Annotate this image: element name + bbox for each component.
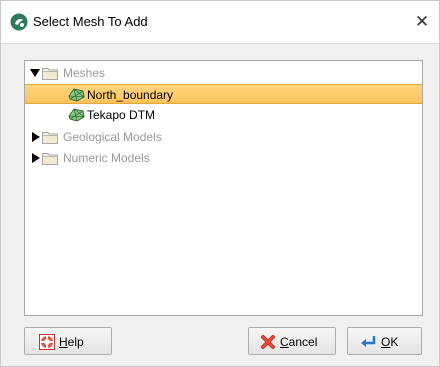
help-button[interactable]: Help bbox=[24, 327, 112, 355]
help-button-label: Help bbox=[59, 335, 84, 349]
tree-item-label: Numeric Models bbox=[63, 151, 150, 165]
tree-item-label: Meshes bbox=[63, 66, 106, 80]
tree-item-tekapo-dtm[interactable]: Tekapo DTM bbox=[25, 105, 422, 125]
cancel-button-label: Cancel bbox=[280, 335, 318, 349]
tree-item-meshes[interactable]: Meshes bbox=[25, 63, 422, 83]
mesh-tree: Meshes North_boundary Tekapo DTM Geologi… bbox=[24, 60, 423, 316]
folder-icon bbox=[42, 68, 58, 80]
cancel-button[interactable]: Cancel bbox=[248, 327, 336, 355]
collapsed-arrow-icon[interactable] bbox=[31, 132, 41, 142]
tree-item-label: Tekapo DTM bbox=[87, 108, 156, 122]
ok-button-label: OK bbox=[381, 335, 399, 349]
expanded-arrow-icon[interactable] bbox=[30, 68, 40, 78]
mesh-icon bbox=[68, 88, 85, 102]
title-bar: Select Mesh To Add ✕ bbox=[1, 1, 439, 44]
tree-item-label: North_boundary bbox=[87, 88, 174, 102]
tree-item-geological-models[interactable]: Geological Models bbox=[25, 127, 422, 147]
window-title: Select Mesh To Add bbox=[33, 14, 148, 29]
lifebuoy-icon bbox=[39, 334, 55, 350]
ok-button[interactable]: OK bbox=[347, 327, 422, 355]
tree-item-numeric-models[interactable]: Numeric Models bbox=[25, 148, 422, 168]
mesh-icon bbox=[68, 108, 85, 122]
tree-item-label: Geological Models bbox=[63, 130, 162, 144]
folder-icon bbox=[42, 132, 58, 144]
cancel-x-icon bbox=[261, 335, 275, 349]
close-button[interactable]: ✕ bbox=[411, 9, 433, 35]
select-mesh-dialog: Select Mesh To Add ✕ Meshes North_bounda… bbox=[0, 0, 440, 367]
app-logo-icon bbox=[10, 13, 28, 31]
tree-item-north-boundary[interactable]: North_boundary bbox=[25, 84, 422, 104]
collapsed-arrow-icon[interactable] bbox=[31, 153, 41, 163]
enter-arrow-icon bbox=[361, 336, 376, 347]
folder-icon bbox=[42, 153, 58, 165]
